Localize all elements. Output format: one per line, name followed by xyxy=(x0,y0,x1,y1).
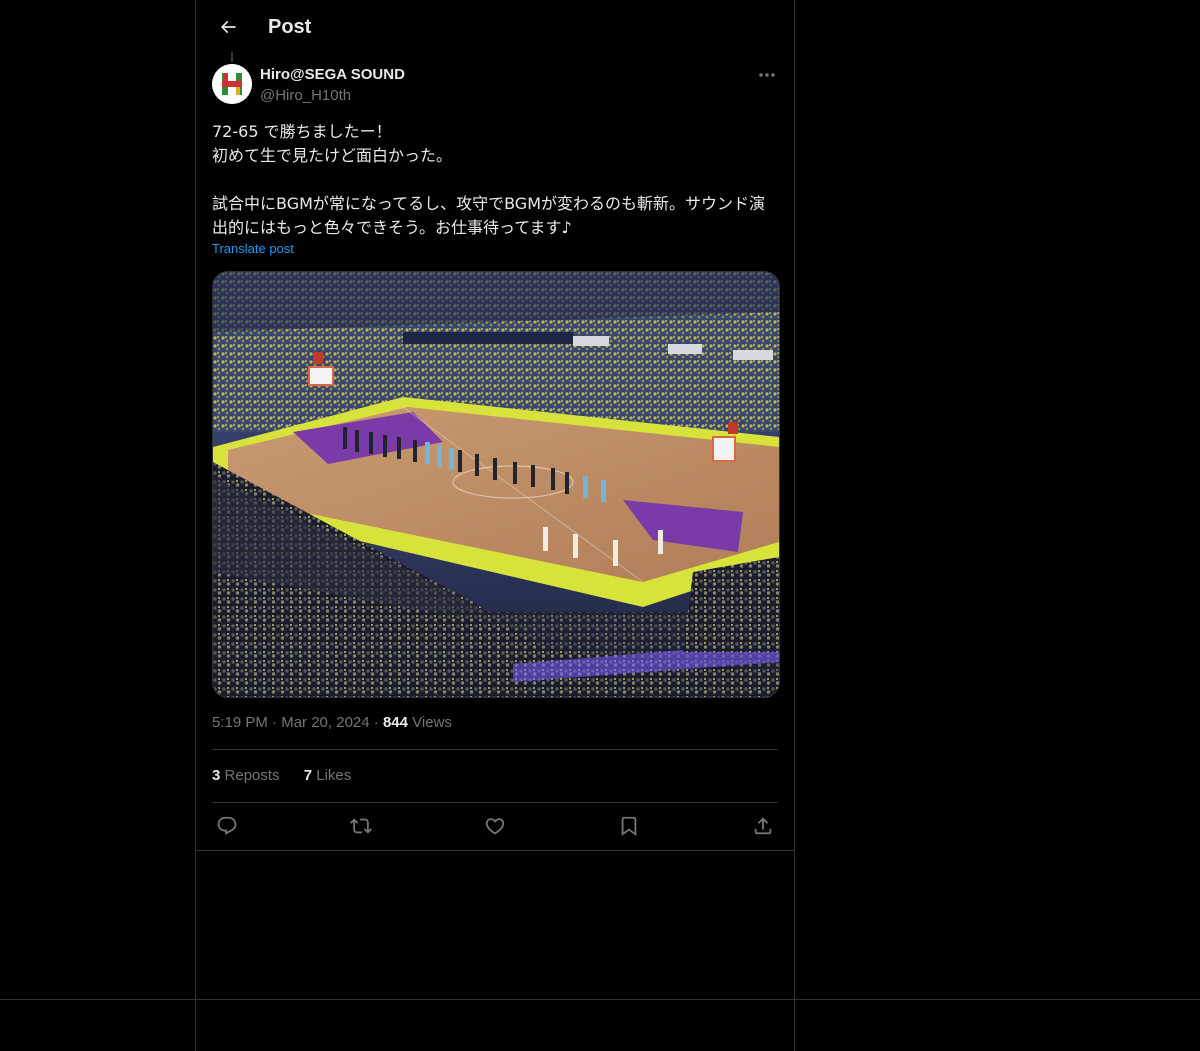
translate-post-link[interactable]: Translate post xyxy=(212,241,294,256)
right-column-border xyxy=(794,0,795,1051)
more-button[interactable] xyxy=(756,66,778,84)
back-button[interactable] xyxy=(202,7,254,47)
author-display-name[interactable]: Hiro@SEGA SOUND xyxy=(260,64,405,86)
like-button[interactable] xyxy=(480,808,510,844)
post-meta: 5:19 PM · Mar 20, 2024 · 844 Views xyxy=(212,713,452,733)
views-label: Views xyxy=(412,714,452,731)
repost-icon xyxy=(350,818,372,834)
thread-line xyxy=(231,52,233,62)
post-image[interactable] xyxy=(212,271,780,698)
post-author: Hiro@SEGA SOUND @Hiro_H10th xyxy=(212,64,778,108)
divider xyxy=(212,802,778,803)
author-names: Hiro@SEGA SOUND @Hiro_H10th xyxy=(260,64,405,106)
divider xyxy=(212,749,778,750)
reposts-count: 3 xyxy=(212,767,221,784)
likes-label: Likes xyxy=(316,767,352,784)
reply-button[interactable] xyxy=(212,808,242,844)
bottom-divider xyxy=(0,999,1200,1000)
page-title: Post xyxy=(268,15,312,38)
meta-dot: · xyxy=(272,714,282,731)
post-time[interactable]: 5:19 PM xyxy=(212,714,268,731)
reply-icon xyxy=(217,816,237,835)
engagement-stats: 3 Reposts 7 Likes xyxy=(212,766,371,786)
author-handle[interactable]: @Hiro_H10th xyxy=(260,86,405,106)
bookmark-icon xyxy=(621,816,637,837)
like-icon xyxy=(485,818,505,835)
share-icon xyxy=(754,817,772,835)
left-column-border xyxy=(195,0,196,1051)
reposts-label: Reposts xyxy=(224,767,280,784)
post-bottom-border xyxy=(196,850,794,851)
reposts-stat[interactable]: 3 Reposts xyxy=(212,766,280,786)
likes-count: 7 xyxy=(303,767,313,784)
post-text: 72-65 で勝ちましたー！ 初めて生で見たけど面白かった。 試合中にBGMが常… xyxy=(212,122,765,237)
repost-button[interactable] xyxy=(346,808,376,844)
meta-dot: · xyxy=(373,714,383,731)
share-button[interactable] xyxy=(748,808,778,844)
more-icon xyxy=(759,73,775,77)
views-count: 844 xyxy=(382,714,408,731)
primary-column: Post Hiro@SEGA SOUND @Hiro_H10th 72-65 で… xyxy=(196,0,794,851)
back-arrow-icon xyxy=(220,20,236,34)
likes-stat[interactable]: 7 Likes xyxy=(304,766,352,786)
post-header: Post xyxy=(196,0,794,54)
post-date[interactable]: Mar 20, 2024 xyxy=(281,714,369,731)
basketball-arena-photo xyxy=(213,272,779,697)
bookmark-button[interactable] xyxy=(614,808,644,844)
avatar[interactable] xyxy=(212,64,252,104)
action-bar xyxy=(212,808,778,844)
